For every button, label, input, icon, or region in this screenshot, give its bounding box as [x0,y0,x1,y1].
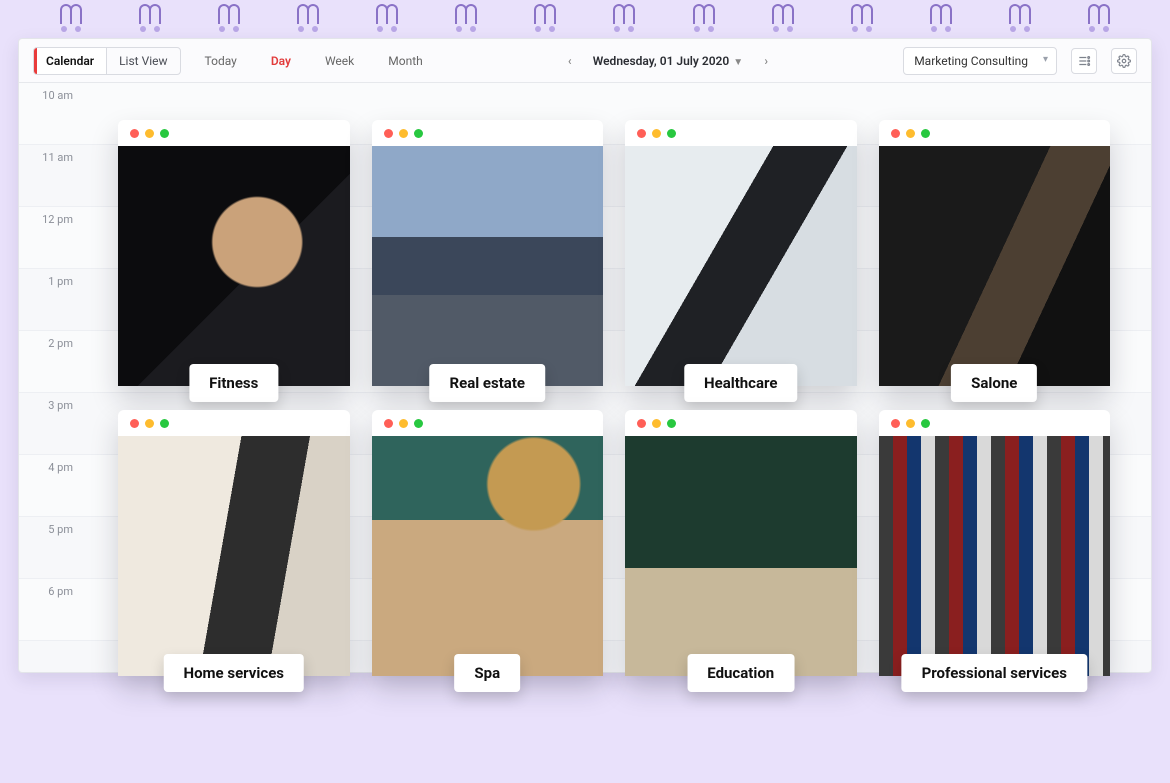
window-dots [879,410,1111,436]
view-switch: Calendar List View [33,47,181,75]
today-button[interactable]: Today [195,48,247,74]
hour-label: 2 pm [19,331,83,356]
close-icon [384,419,393,428]
hour-label: 1 pm [19,269,83,294]
next-day-button[interactable]: › [755,50,777,72]
minimize-icon [145,419,154,428]
category-thumb [625,436,857,676]
view-calendar[interactable]: Calendar [34,48,107,74]
service-select[interactable]: Marketing Consulting [903,47,1057,75]
calendar-toolbar: Calendar List View Today Day Week Month … [19,39,1151,83]
category-cards: FitnessReal estateHealthcareSaloneHome s… [118,120,1110,676]
category-thumb [372,146,604,386]
close-icon [637,419,646,428]
window-dots [625,410,857,436]
window-dots [625,120,857,146]
minimize-icon [906,419,915,428]
spiral-rings [60,4,1110,38]
category-card[interactable]: Salone [879,120,1111,386]
window-dots [372,120,604,146]
zoom-icon [160,129,169,138]
category-card[interactable]: Spa [372,410,604,676]
category-thumb [118,146,350,386]
category-label: Education [687,654,794,692]
hour-label: 5 pm [19,517,83,542]
range-month[interactable]: Month [378,48,432,74]
zoom-icon [921,419,930,428]
close-icon [130,419,139,428]
minimize-icon [399,129,408,138]
minimize-icon [652,419,661,428]
date-navigator: ‹ Wednesday, 01 July 2020▼ › [559,50,777,72]
category-thumb [372,436,604,676]
zoom-icon [667,129,676,138]
hour-label: 3 pm [19,393,83,418]
category-card[interactable]: Home services [118,410,350,676]
category-label: Salone [951,364,1037,402]
range-day[interactable]: Day [261,48,301,74]
minimize-icon [399,419,408,428]
hour-label: 6 pm [19,579,83,604]
list-settings-icon[interactable] [1071,48,1097,74]
minimize-icon [145,129,154,138]
minimize-icon [906,129,915,138]
close-icon [384,129,393,138]
category-thumb [118,436,350,676]
prev-day-button[interactable]: ‹ [559,50,581,72]
close-icon [637,129,646,138]
category-label: Healthcare [684,364,797,402]
gear-icon[interactable] [1111,48,1137,74]
window-dots [118,120,350,146]
category-label: Home services [164,654,305,692]
category-label: Real estate [429,364,545,402]
hour-label: 11 am [19,145,83,170]
window-dots [879,120,1111,146]
hour-label: 10 am [19,83,83,108]
category-card[interactable]: Fitness [118,120,350,386]
minimize-icon [652,129,661,138]
zoom-icon [414,129,423,138]
range-week[interactable]: Week [315,48,364,74]
category-card[interactable]: Education [625,410,857,676]
category-label: Spa [454,654,520,692]
category-thumb [879,436,1111,676]
category-thumb [625,146,857,386]
zoom-icon [160,419,169,428]
category-card[interactable]: Real estate [372,120,604,386]
close-icon [891,419,900,428]
category-thumb [879,146,1111,386]
category-card[interactable]: Healthcare [625,120,857,386]
view-list[interactable]: List View [107,48,179,74]
window-dots [372,410,604,436]
hour-label: 12 pm [19,207,83,232]
zoom-icon [414,419,423,428]
close-icon [130,129,139,138]
zoom-icon [667,419,676,428]
category-card[interactable]: Professional services [879,410,1111,676]
current-date[interactable]: Wednesday, 01 July 2020▼ [593,54,743,68]
hour-label: 4 pm [19,455,83,480]
close-icon [891,129,900,138]
category-label: Professional services [902,654,1087,692]
window-dots [118,410,350,436]
zoom-icon [921,129,930,138]
category-label: Fitness [189,364,278,402]
